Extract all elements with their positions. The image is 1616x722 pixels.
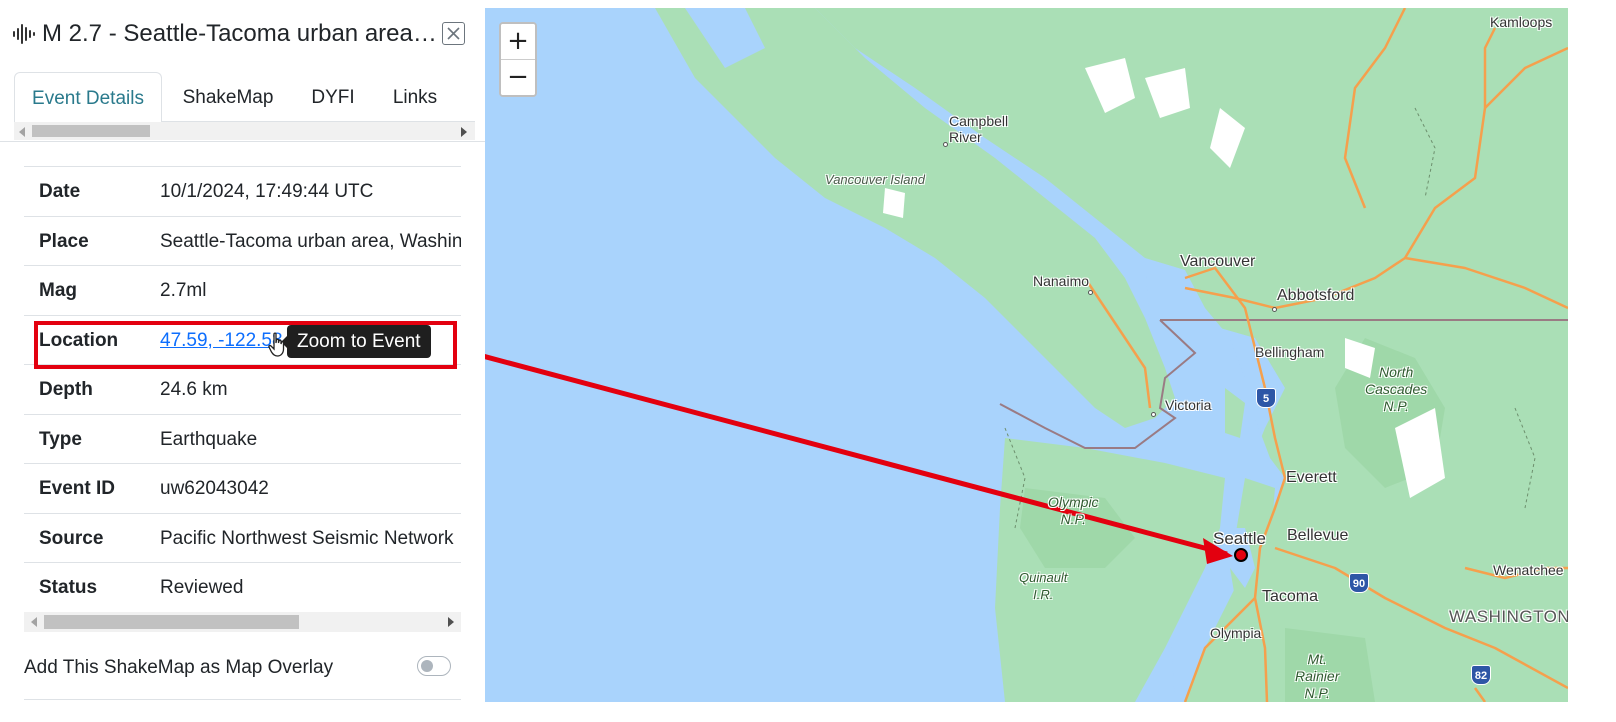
close-icon: [447, 27, 460, 40]
map-label-north-cascades: North Cascades N.P.: [1365, 364, 1428, 414]
zoom-out-button[interactable]: −: [501, 59, 535, 95]
zoom-control: + −: [499, 22, 537, 97]
map-label-kamloops: Kamloops: [1490, 14, 1553, 30]
detail-row-type: Type Earthquake: [24, 415, 461, 464]
map-view[interactable]: + − Kamloops Campbell River Vancouver Is…: [485, 8, 1568, 702]
detail-label: Date: [39, 181, 81, 202]
detail-value: 10/1/2024, 17:49:44 UTC: [160, 181, 374, 202]
detail-row-date: Date 10/1/2024, 17:49:44 UTC: [24, 167, 461, 217]
map-label-wenatchee: Wenatchee: [1493, 562, 1564, 578]
event-details-table: Date 10/1/2024, 17:49:44 UTC Place Seatt…: [24, 166, 461, 613]
detail-value: Reviewed: [160, 577, 244, 598]
overlay-toggle-switch[interactable]: [417, 656, 451, 676]
detail-value: 24.6 km: [160, 379, 228, 400]
scrollbar-thumb[interactable]: [44, 615, 299, 629]
earthquake-event-marker[interactable]: [1234, 548, 1248, 562]
map-label-mt-rainier: Mt. Rainier N.P.: [1295, 651, 1340, 701]
scroll-left-arrow-icon[interactable]: [19, 127, 25, 137]
detail-label: Source: [39, 527, 104, 549]
tab-bar: Event Details ShakeMap DYFI Links: [14, 72, 475, 123]
shakemap-overlay-row: Add This ShakeMap as Map Overlay: [24, 645, 461, 691]
detail-value: 2.7ml: [160, 280, 207, 301]
detail-value: Earthquake: [160, 428, 258, 450]
interstate-82-shield-icon: 82: [1471, 665, 1491, 685]
interstate-5-shield-icon: 5: [1256, 388, 1276, 408]
details-scrollbar[interactable]: [24, 612, 461, 632]
scrollbar-thumb[interactable]: [32, 125, 150, 137]
tab-dyfi[interactable]: DYFI: [304, 72, 362, 122]
detail-row-place: Place Seattle-Tacoma urban area, Washing…: [24, 217, 461, 266]
tab-event-details[interactable]: Event Details: [14, 72, 162, 123]
map-label-vancouver-island: Vancouver Island: [825, 172, 925, 187]
detail-label: Depth: [39, 379, 93, 400]
detail-row-source: Source Pacific Northwest Seismic Network: [24, 514, 461, 563]
city-dot: [1088, 290, 1093, 295]
map-label-seattle: Seattle: [1213, 529, 1266, 548]
detail-value: uw62043042: [160, 478, 269, 499]
map-label-campbell-river: Campbell River: [949, 113, 1009, 145]
map-label-quinault: Quinault I.R.: [1019, 570, 1068, 602]
tab-scrollbar[interactable]: [14, 122, 475, 140]
city-dot: [1272, 307, 1277, 312]
detail-row-mag: Mag 2.7ml: [24, 266, 461, 316]
detail-row-status: Status Reviewed: [24, 563, 461, 613]
detail-label: Status: [39, 577, 98, 598]
zoom-in-button[interactable]: +: [501, 24, 535, 60]
scroll-right-arrow-icon[interactable]: [461, 127, 467, 137]
map-label-abbotsford: Abbotsford: [1277, 287, 1355, 304]
tab-links[interactable]: Links: [388, 72, 442, 122]
map-label-olympia: Olympia: [1210, 625, 1262, 641]
interstate-90-shield-icon: 90: [1349, 573, 1369, 593]
city-dot: [1151, 412, 1156, 417]
map-label-washington: WASHINGTON: [1449, 607, 1568, 626]
scroll-left-arrow-icon[interactable]: [31, 617, 37, 627]
map-label-bellingham: Bellingham: [1255, 344, 1325, 360]
map-label-everett: Everett: [1286, 469, 1337, 486]
detail-label: Type: [39, 428, 82, 450]
detail-value: Seattle-Tacoma urban area, Washington: [160, 230, 461, 252]
close-button[interactable]: [442, 22, 465, 45]
overlay-toggle-label: Add This ShakeMap as Map Overlay: [24, 657, 334, 678]
panel-title: M 2.7 - Seattle-Tacoma urban area, Washi…: [42, 20, 442, 47]
detail-label: Event ID: [39, 478, 116, 499]
detail-row-depth: Depth 24.6 km: [24, 365, 461, 415]
detail-value: Pacific Northwest Seismic Network: [160, 527, 454, 549]
city-dot: [943, 142, 948, 147]
panel-header: M 2.7 - Seattle-Tacoma urban area, Washi…: [0, 10, 485, 60]
detail-label: Place: [39, 230, 89, 252]
detail-row-event-id: Event ID uw62043042: [24, 464, 461, 514]
divider: [0, 141, 485, 142]
map-label-olympic: Olympic N.P.: [1048, 494, 1099, 527]
seismic-wave-icon: [13, 24, 35, 44]
annotation-highlight-box: [34, 321, 457, 369]
divider: [24, 699, 461, 700]
scroll-right-arrow-icon[interactable]: [448, 617, 454, 627]
detail-label: Mag: [39, 280, 77, 301]
map-label-nanaimo: Nanaimo: [1033, 273, 1090, 289]
map-label-vancouver: Vancouver: [1180, 253, 1256, 270]
tab-shakemap[interactable]: ShakeMap: [170, 72, 286, 122]
map-label-victoria: Victoria: [1165, 397, 1212, 413]
map-label-tacoma: Tacoma: [1262, 588, 1319, 605]
map-label-bellevue: Bellevue: [1287, 527, 1349, 544]
